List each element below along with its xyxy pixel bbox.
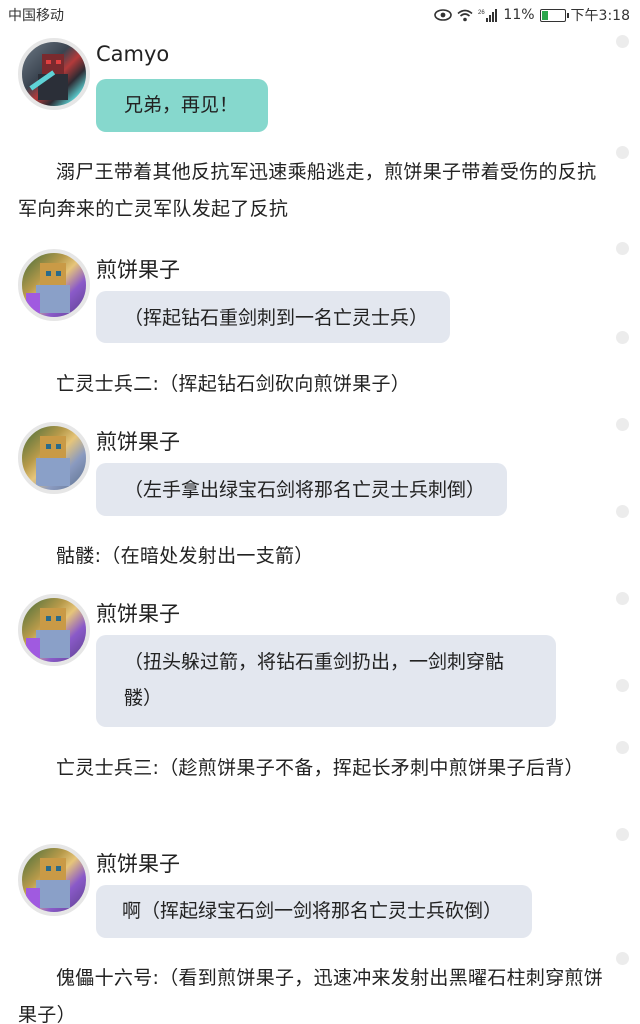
fox-avatar-icon (26, 608, 70, 660)
chat-bubble[interactable]: （扭头躲过箭，将钻石重剑扔出，一剑刺穿骷 髅） (96, 635, 556, 727)
sender-name: 煎饼果子 (96, 430, 180, 454)
scroll-dot (616, 331, 629, 344)
wifi-icon (457, 9, 473, 22)
fox-avatar-icon (26, 263, 70, 315)
avatar[interactable] (18, 38, 90, 110)
battery-level (541, 10, 549, 20)
scroll-dot (616, 505, 629, 518)
scroll-dot (616, 242, 629, 255)
character-avatar-icon (29, 54, 68, 100)
avatar[interactable] (18, 844, 90, 916)
avatar[interactable] (18, 422, 90, 494)
avatar[interactable] (18, 594, 90, 666)
status-bar: 中国移动 26 11% 下午3:18 (0, 0, 640, 30)
fox-avatar-icon (36, 436, 70, 486)
scroll-dot (616, 146, 629, 159)
avatar[interactable] (18, 249, 90, 321)
scroll-dot (616, 952, 629, 965)
narration-text: 傀儡十六号:（看到煎饼果子，迅速冲来发射出黑曜石柱刺穿煎饼果子） (18, 967, 604, 1024)
sender-name: 煎饼果子 (96, 602, 180, 626)
scroll-dot (616, 741, 629, 754)
carrier-label: 中国移动 (8, 8, 64, 24)
cellular-signal-icon: 26 (478, 8, 498, 22)
sender-name: 煎饼果子 (96, 258, 180, 282)
battery-icon (539, 8, 569, 22)
chat-bubble[interactable]: （挥起钻石重剑刺到一名亡灵士兵） (96, 291, 451, 343)
narration-text: 亡灵士兵三:（趁煎饼果子不备，挥起长矛刺中煎饼果子后背） (56, 757, 584, 779)
chat-bubble[interactable]: （左手拿出绿宝石剑将那名亡灵士兵刺倒） (96, 463, 508, 516)
fox-avatar-icon (26, 858, 70, 910)
narration-text: 骷髅:（在暗处发射出一支箭） (56, 545, 314, 567)
chat-bubble-line: 髅） (124, 687, 163, 709)
chat-bubble[interactable]: 啊（挥起绿宝石剑一剑将那名亡灵士兵砍倒） (96, 885, 533, 938)
clock: 下午3:18 (570, 8, 630, 24)
chat-bubble-line: （扭头躲过箭，将钻石重剑扔出，一剑刺穿骷 (124, 651, 505, 673)
narration-text: 亡灵士兵二:（挥起钻石剑砍向煎饼果子） (56, 373, 411, 395)
sender-name: Camyo (96, 42, 170, 66)
scroll-dot (616, 679, 629, 692)
signal-label: 26 (478, 10, 485, 16)
status-icons: 26 11% 下午3:18 (434, 5, 630, 25)
chat-bubble[interactable]: 兄弟，再见！ (96, 79, 269, 132)
eye-icon (434, 9, 453, 21)
sender-name: 煎饼果子 (96, 852, 180, 876)
narration-text: 溺尸王带着其他反抗军迅速乘船逃走，煎饼果子带着受伤的反抗军向奔来的亡灵军队发起了… (18, 161, 597, 220)
scroll-dot (616, 592, 629, 605)
scroll-dot (616, 418, 629, 431)
battery-percent: 11% (503, 7, 535, 23)
scroll-dot (616, 35, 629, 48)
scroll-dot (616, 828, 629, 841)
